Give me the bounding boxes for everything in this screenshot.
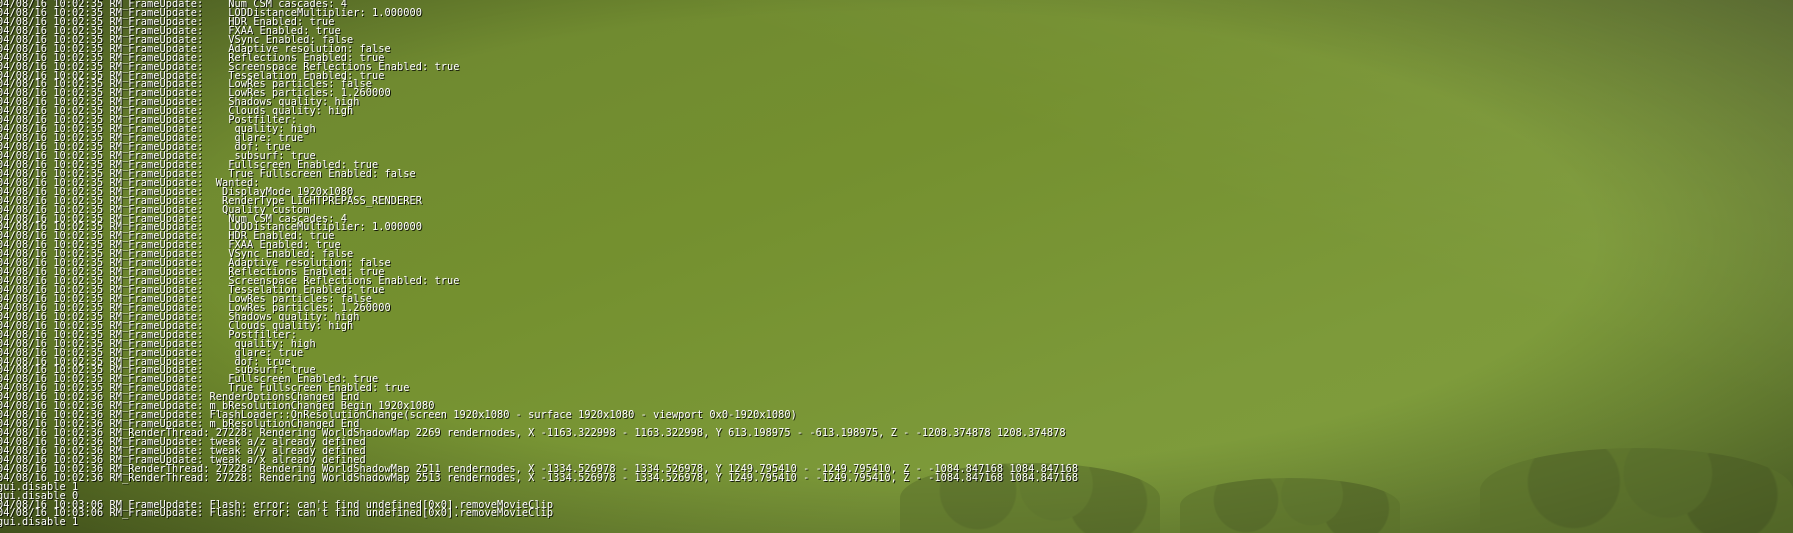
- log-line: 04/08/16 10:03:06 RM_FrameUpdate: Flash:…: [0, 507, 554, 520]
- log-line: gui.disable 1: [0, 516, 79, 529]
- console-overlay: 04/08/16 10:02:35 RM_FrameUpdate: Num CS…: [0, 0, 1793, 533]
- log-line: 04/08/16 10:02:36 RM_RenderThread: 27228…: [0, 471, 1079, 484]
- background-foliage: [1480, 448, 1793, 533]
- background-foliage: [1180, 478, 1400, 533]
- console-log: 04/08/16 10:02:35 RM_FrameUpdate: Num CS…: [0, 0, 1078, 527]
